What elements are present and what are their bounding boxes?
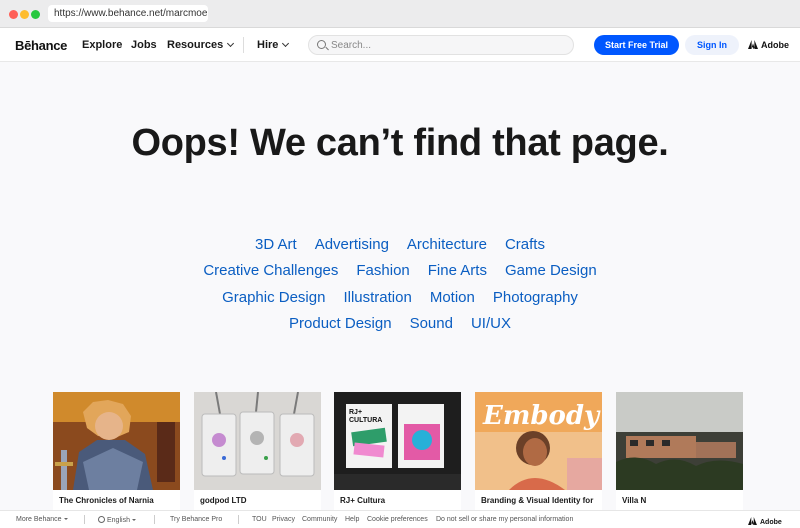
nav-hire-label: Hire (257, 39, 279, 51)
project-card[interactable]: RJ+ CULTURA RJ+ Cultura (334, 392, 461, 512)
category-link-photography[interactable]: Photography (493, 287, 578, 309)
project-thumbnail[interactable] (616, 392, 743, 490)
adobe-link[interactable]: Adobe (748, 39, 789, 50)
category-row: 3D Art Advertising Architecture Crafts (100, 234, 700, 260)
project-card[interactable]: Embody Branding & Visual Identity for (475, 392, 602, 512)
poster-text: RJ+ (349, 409, 362, 416)
footer-adobe-label: Adobe (760, 519, 782, 526)
footer-divider (154, 515, 155, 524)
browser-chrome: https://www.behance.net/marcmoeller (0, 0, 800, 28)
maximize-window-icon[interactable] (31, 10, 40, 19)
category-link-sound[interactable]: Sound (410, 313, 453, 335)
address-bar[interactable]: https://www.behance.net/marcmoeller (48, 5, 208, 22)
category-link-motion[interactable]: Motion (430, 287, 475, 309)
category-link-illustration[interactable]: Illustration (343, 287, 411, 309)
category-link-fashion[interactable]: Fashion (356, 260, 409, 282)
language-selector[interactable]: English (98, 516, 136, 524)
thumb-wordmark: Embody (482, 401, 601, 431)
more-behance-menu[interactable]: More Behance (16, 516, 68, 523)
caret-down-icon (63, 518, 68, 520)
project-card[interactable]: The Chronicles of Narnia (53, 392, 180, 512)
category-link-fine-arts[interactable]: Fine Arts (428, 260, 487, 282)
category-row: Creative Challenges Fashion Fine Arts Game … (100, 260, 700, 286)
footer-link-cookie-preferences[interactable]: Cookie preferences (367, 516, 428, 523)
footer-adobe-link[interactable]: Adobe (748, 516, 782, 526)
footer-link-try-pro[interactable]: Try Behance Pro (170, 516, 222, 523)
nav-explore[interactable]: Explore (82, 39, 122, 51)
category-link-advertising[interactable]: Advertising (315, 234, 389, 256)
site-header: Bēhance Explore Jobs Resources Hire Star… (0, 28, 800, 62)
nav-resources-label: Resources (167, 39, 224, 51)
project-thumbnail[interactable]: Embody (475, 392, 602, 490)
globe-icon (98, 516, 105, 523)
nav-hire[interactable]: Hire (257, 39, 290, 51)
chevron-down-icon (282, 39, 290, 48)
footer-divider (238, 515, 239, 524)
footer-link-community[interactable]: Community (302, 516, 337, 523)
footer-link-tou[interactable]: TOU (252, 516, 267, 523)
poster-text: CULTURA (349, 417, 382, 424)
chevron-down-icon (227, 39, 235, 48)
language-label: English (107, 517, 130, 524)
adobe-label: Adobe (761, 40, 789, 50)
nav-divider (243, 37, 244, 53)
search-input[interactable] (331, 38, 561, 52)
minimize-window-icon[interactable] (20, 10, 29, 19)
footer-link-help[interactable]: Help (345, 516, 359, 523)
project-thumbnail[interactable] (53, 392, 180, 490)
category-link-ui-ux[interactable]: UI/UX (471, 313, 511, 335)
adobe-logo-icon (748, 40, 758, 49)
project-card[interactable]: godpod LTD (194, 392, 321, 512)
category-link-game-design[interactable]: Game Design (505, 260, 597, 282)
error-headline: Oops! We can’t find that page. (131, 122, 669, 164)
category-link-creative-challenges[interactable]: Creative Challenges (203, 260, 338, 282)
project-card[interactable]: Villa N (616, 392, 743, 512)
footer-link-privacy[interactable]: Privacy (272, 516, 295, 523)
project-title[interactable]: The Chronicles of Narnia (59, 496, 154, 505)
category-links: 3D Art Advertising Architecture Crafts Crea… (100, 234, 700, 339)
category-link-graphic-design[interactable]: Graphic Design (222, 287, 325, 309)
close-window-icon[interactable] (9, 10, 18, 19)
project-title[interactable]: RJ+ Cultura (340, 496, 385, 505)
nav-jobs[interactable]: Jobs (131, 39, 157, 51)
category-link-architecture[interactable]: Architecture (407, 234, 487, 256)
project-title[interactable]: Villa N (622, 496, 646, 505)
more-behance-label: More Behance (16, 516, 62, 523)
project-title[interactable]: godpod LTD (200, 496, 247, 505)
sign-in-button[interactable]: Sign In (685, 35, 739, 55)
nav-resources[interactable]: Resources (167, 39, 235, 51)
behance-logo[interactable]: Bēhance (15, 38, 67, 53)
category-link-crafts[interactable]: Crafts (505, 234, 545, 256)
search-icon (317, 40, 326, 49)
footer-divider (84, 515, 85, 524)
category-link-3d-art[interactable]: 3D Art (255, 234, 297, 256)
start-free-trial-button[interactable]: Start Free Trial (594, 35, 679, 55)
category-row: Graphic Design Illustration Motion Photogra… (100, 287, 700, 313)
project-thumbnail[interactable] (194, 392, 321, 490)
category-row: Product Design Sound UI/UX (100, 313, 700, 339)
project-title[interactable]: Branding & Visual Identity for (481, 496, 593, 505)
project-thumbnail[interactable]: RJ+ CULTURA (334, 392, 461, 490)
site-footer: More Behance English Try Behance Pro TOU… (0, 510, 800, 528)
footer-link-do-not-sell[interactable]: Do not sell or share my personal informa… (436, 516, 573, 523)
category-link-product-design[interactable]: Product Design (289, 313, 392, 335)
adobe-logo-icon (748, 517, 757, 525)
caret-down-icon (131, 519, 136, 521)
search-box[interactable] (308, 35, 574, 55)
